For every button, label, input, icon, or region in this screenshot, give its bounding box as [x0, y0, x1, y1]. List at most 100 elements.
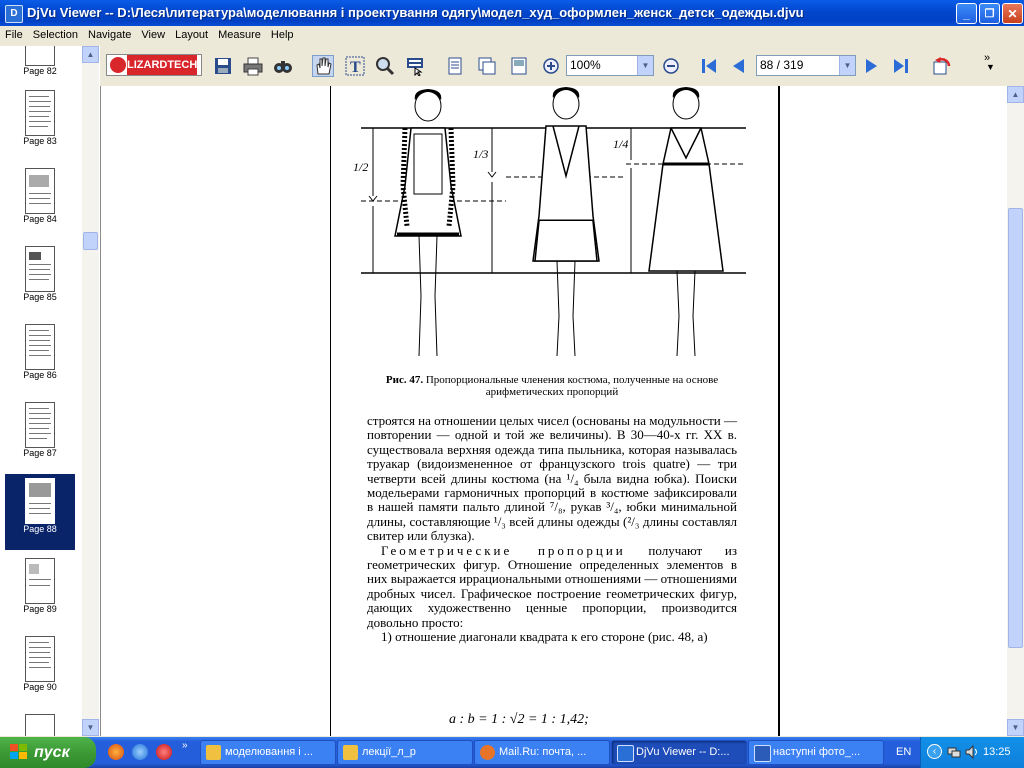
maximize-button[interactable]: ❐ — [979, 3, 1000, 24]
zoom-level-value: 100% — [570, 58, 601, 72]
text-select-button[interactable]: T — [344, 55, 366, 77]
pan-tool-button[interactable] — [312, 55, 334, 77]
facing-pages-button[interactable] — [508, 55, 530, 77]
continuous-page-button[interactable] — [476, 55, 498, 77]
folder-icon — [206, 745, 221, 760]
show-hidden-icons-button[interactable]: ‹ — [927, 744, 942, 759]
thumbnail-page-90[interactable]: Page 90 — [5, 632, 75, 708]
zoom-out-icon — [663, 58, 679, 74]
thumbnail-page-86[interactable]: Page 86 — [5, 320, 75, 396]
page-number-select[interactable]: 88 / 319 ▼ — [756, 55, 856, 76]
hand-icon — [316, 57, 332, 75]
menu-measure[interactable]: Measure — [213, 26, 266, 41]
window-title: DjVu Viewer -- D:\Леся\литература\моделю… — [27, 5, 804, 20]
proportion-label-quarter: 1/4 — [613, 137, 628, 151]
taskbar-item-folder-modeling[interactable]: моделювання і ... — [200, 740, 336, 765]
page-number-value: 88 / 319 — [760, 58, 804, 72]
last-page-button[interactable] — [890, 55, 912, 77]
thumbnail-label: Page 89 — [23, 604, 57, 614]
thumbnail-image — [25, 636, 55, 682]
close-button[interactable]: ✕ — [1002, 3, 1023, 24]
thumbnail-page-89[interactable]: Page 89 — [5, 554, 75, 630]
document-scrollbar[interactable]: ▲ ▼ — [1007, 86, 1024, 736]
document-page: 1/2 1/3 1/4 Рис. 47. Пропорциональные чл… — [330, 86, 780, 736]
taskbar-item-word-document[interactable]: наступні фото_... — [748, 740, 884, 765]
thumbnail-image — [25, 714, 55, 736]
thumbnail-image — [25, 90, 55, 136]
taskbar-item-folder-lectures[interactable]: лекції_л_р — [337, 740, 473, 765]
toolbar-options-chevron[interactable]: ▼ — [986, 62, 995, 72]
thumbnail-scroll-down-button[interactable]: ▼ — [82, 719, 99, 736]
lizardtech-mark-icon — [110, 57, 126, 73]
thumbnail-label: Page 83 — [23, 136, 57, 146]
binoculars-icon — [274, 61, 292, 73]
network-icon[interactable] — [947, 745, 961, 759]
previous-page-button[interactable] — [728, 55, 750, 77]
thumbnail-label: Page 86 — [23, 370, 57, 380]
menu-help[interactable]: Help — [266, 26, 299, 41]
figure-47-illustration: 1/2 1/3 1/4 — [353, 87, 746, 357]
chevron-down-icon[interactable]: ▼ — [637, 56, 653, 75]
firefox-quicklaunch-icon[interactable] — [108, 744, 124, 760]
windows-flag-icon — [10, 744, 27, 759]
previous-page-icon — [733, 59, 744, 73]
rotate-button[interactable] — [930, 55, 952, 77]
zoom-in-button[interactable] — [540, 55, 562, 77]
thumbnail-scroll-thumb[interactable] — [83, 232, 98, 250]
taskbar-item-mailru[interactable]: Mail.Ru: почта, ... — [474, 740, 610, 765]
start-button[interactable]: пуск — [0, 737, 96, 768]
thumbnail-page-84[interactable]: Page 84 — [5, 164, 75, 240]
quicklaunch-more-chevron[interactable]: » — [182, 740, 188, 751]
zoom-in-icon — [543, 58, 559, 74]
thumbnail-scrollbar[interactable]: ▲ ▼ — [82, 46, 99, 736]
menu-selection[interactable]: Selection — [28, 26, 83, 41]
menu-view[interactable]: View — [136, 26, 170, 41]
chevron-down-icon[interactable]: ▼ — [839, 56, 855, 75]
caption-text: Пропорциональные членения костюма, получ… — [425, 374, 719, 398]
first-page-button[interactable] — [698, 55, 720, 77]
minimize-button[interactable]: _ — [956, 3, 977, 24]
thumbnail-scroll-up-button[interactable]: ▲ — [82, 46, 99, 63]
thumbnail-page-91[interactable] — [5, 710, 75, 736]
zoom-tool-button[interactable] — [374, 55, 396, 77]
djvu-app-icon[interactable]: D — [5, 5, 23, 23]
thumbnail-label: Page 87 — [23, 448, 57, 458]
thumbnail-image — [25, 246, 55, 292]
thumbnail-page-85[interactable]: Page 85 — [5, 242, 75, 318]
save-button[interactable] — [212, 55, 234, 77]
language-indicator[interactable]: EN — [896, 737, 911, 768]
find-button[interactable] — [272, 55, 294, 77]
thumbnail-page-88[interactable]: Page 88 — [5, 474, 75, 550]
menu-file[interactable]: File — [0, 26, 28, 41]
zoom-out-button[interactable] — [660, 55, 682, 77]
thumbnail-page-87[interactable]: Page 87 — [5, 398, 75, 474]
document-view[interactable]: 1/2 1/3 1/4 Рис. 47. Пропорциональные чл… — [101, 86, 1007, 736]
document-scroll-up-button[interactable]: ▲ — [1007, 86, 1024, 103]
zoom-level-select[interactable]: 100% ▼ — [566, 55, 654, 76]
document-scroll-thumb[interactable] — [1008, 208, 1023, 648]
menu-navigate[interactable]: Navigate — [83, 26, 136, 41]
title-bar[interactable]: D DjVu Viewer -- D:\Леся\литература\моде… — [0, 0, 1024, 26]
rectangle-select-button[interactable] — [404, 55, 426, 77]
single-page-button[interactable] — [444, 55, 466, 77]
logo-text: LIZARDTECH — [127, 55, 197, 75]
next-page-button[interactable] — [860, 55, 882, 77]
next-page-icon — [866, 59, 877, 73]
volume-icon[interactable] — [965, 745, 979, 759]
lizardtech-logo[interactable]: LIZARDTECH — [106, 54, 202, 76]
word-document-icon — [754, 745, 771, 762]
menu-layout[interactable]: Layout — [170, 26, 213, 41]
rotate-icon — [933, 57, 951, 75]
djvu-icon — [617, 745, 634, 762]
document-scroll-down-button[interactable]: ▼ — [1007, 719, 1024, 736]
folder-icon — [343, 745, 358, 760]
text-tool-icon: T — [345, 56, 365, 76]
clock[interactable]: 13:25 — [983, 737, 1011, 768]
opera-quicklaunch-icon[interactable] — [156, 744, 172, 760]
print-button[interactable] — [242, 55, 264, 77]
thumbnail-label: Page 88 — [23, 524, 57, 534]
taskbar-item-djvu-viewer[interactable]: DjVu Viewer -- D:... — [611, 740, 747, 765]
thumbnail-page-83[interactable]: Page 83 — [5, 86, 75, 162]
internet-explorer-quicklaunch-icon[interactable] — [132, 744, 148, 760]
thumbnail-image — [25, 558, 55, 604]
